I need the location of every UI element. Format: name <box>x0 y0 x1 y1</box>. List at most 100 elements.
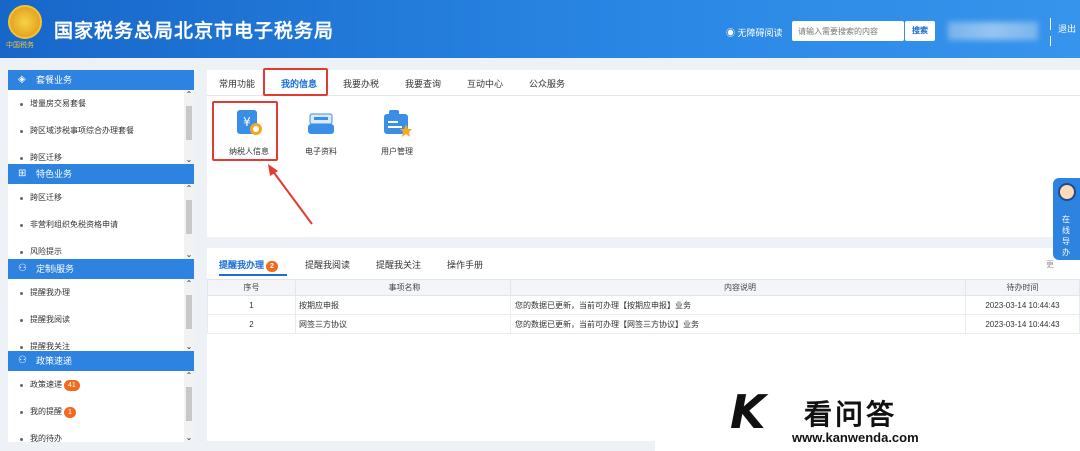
sidebar-item[interactable]: 我的提醒 1 <box>8 398 194 425</box>
chevron-down-icon[interactable]: ⌄ <box>184 342 194 351</box>
sidebar-item-label: 我的提醒 <box>30 407 62 416</box>
guide-label: 在线导办 <box>1062 215 1070 257</box>
chevron-down-icon[interactable]: ⌄ <box>184 155 194 164</box>
cell-item[interactable]: 网签三方协议 <box>295 314 511 334</box>
search-button[interactable]: 搜索 <box>905 21 935 41</box>
tab-manual[interactable]: 操作手册 <box>447 258 483 271</box>
divider <box>1050 36 1051 46</box>
site-title: 国家税务总局北京市电子税务局 <box>54 21 335 42</box>
column-header: 事项名称 <box>295 279 511 296</box>
scrollbar[interactable]: ⌃ ⌄ <box>184 184 194 259</box>
sidebar-section-header[interactable]: ⊞ 特色业务 <box>8 164 194 184</box>
sidebar-item[interactable]: 非营利组织免税资格申请 <box>8 211 194 238</box>
accessibility-label: 无障碍阅读 <box>737 28 783 38</box>
red-arrow-annotation <box>268 164 313 225</box>
cell-description: 您的数据已更新，当前可办理【按期应申报】业务 <box>510 295 966 315</box>
online-guide-button[interactable]: 在线导办 <box>1053 178 1080 260</box>
cell-index: 1 <box>207 295 296 315</box>
sidebar-item[interactable]: 跨区迁移 <box>8 184 194 211</box>
tab-common[interactable]: 常用功能 <box>219 77 255 90</box>
search-input[interactable] <box>792 21 904 41</box>
emblem-subtitle: 中国税务 <box>6 41 34 49</box>
watermark-url: www.kanwenda.com <box>792 430 919 445</box>
tab-tax-handling[interactable]: 我要办税 <box>343 77 379 90</box>
cell-time: 2023-03-14 10:44:43 <box>965 314 1080 334</box>
chevron-down-icon[interactable]: ⌄ <box>184 433 194 442</box>
section-title: 定制i服务 <box>36 264 74 274</box>
top-header: 中国税务 国家税务总局北京市电子税务局 ◉ 无障碍阅读 搜索 退出 <box>0 0 1080 58</box>
tile-user-management[interactable]: 用户管理 <box>367 108 427 157</box>
sidebar-section-list: 跨区迁移 非营利组织免税资格申请 风险提示 ⌃ ⌄ <box>8 184 194 259</box>
sidebar-section-header[interactable]: ⚇ 政策速递 <box>8 351 194 371</box>
function-panel: 常用功能 我的信息 我要办税 我要查询 互动中心 公众服务 ¥ 纳税人信息 电子… <box>207 68 1080 237</box>
eye-icon: ◉ <box>726 28 736 38</box>
table-row[interactable]: 1 按期应申报 您的数据已更新，当前可办理【按期应申报】业务 2023-03-1… <box>207 295 1080 315</box>
sidebar-section-list: 提醒我办理 提醒我阅读 提醒我关注 ⌃ ⌄ <box>8 279 194 351</box>
sidebar-item[interactable]: 政策速递 41 <box>8 371 194 398</box>
cell-item[interactable]: 按期应申报 <box>295 295 511 315</box>
sidebar-item[interactable]: 提醒我办理 <box>8 279 194 306</box>
sidebar-section-list: 政策速递 41 我的提醒 1 我的待办 ⌃ ⌄ <box>8 371 194 442</box>
section-title: 套餐业务 <box>36 75 73 85</box>
user-name-blurred <box>948 22 1038 40</box>
tile-label: 用户管理 <box>381 147 413 156</box>
user-icon: ⚇ <box>18 355 27 366</box>
sidebar-item[interactable]: 风险提示 <box>8 238 194 259</box>
logout-link[interactable]: 退出 <box>1058 22 1076 35</box>
sidebar-section-header[interactable]: ◈ 套餐业务 <box>8 70 194 90</box>
sidebar-section-header[interactable]: ⚇ 定制i服务 <box>8 259 194 279</box>
accessibility-link[interactable]: ◉ 无障碍阅读 <box>726 26 783 39</box>
highlight-box <box>263 68 328 96</box>
chevron-down-icon[interactable]: ⌄ <box>184 250 194 259</box>
user-icon: ⚇ <box>18 263 27 274</box>
sidebar-item-label: 政策速递 <box>30 380 62 389</box>
reminder-tabs: 提醒我办理 2 提醒我阅读 提醒我关注 操作手册 更 <box>207 248 1080 276</box>
scrollbar[interactable]: ⌃ ⌄ <box>184 371 194 442</box>
chevron-up-icon[interactable]: ⌃ <box>184 184 194 193</box>
sidebar-item[interactable]: 我的待办 <box>8 425 194 442</box>
tab-query[interactable]: 我要查询 <box>405 77 441 90</box>
table-header-row: 序号 事项名称 内容说明 待办时间 <box>207 279 1080 296</box>
section-title: 政策速递 <box>36 356 73 366</box>
divider <box>1050 18 1051 30</box>
scrollbar-thumb[interactable] <box>186 200 192 234</box>
chevron-up-icon[interactable]: ⌃ <box>184 279 194 288</box>
watermark-title: 看问答 <box>804 399 898 430</box>
tab-remind-handle[interactable]: 提醒我办理 2 <box>219 258 278 272</box>
table-row[interactable]: 2 网签三方协议 您的数据已更新，当前可办理【网签三方协议】业务 2023-03… <box>207 314 1080 334</box>
cell-description: 您的数据已更新，当前可办理【网签三方协议】业务 <box>510 314 966 334</box>
e-documents-icon <box>308 113 334 134</box>
tab-remind-follow[interactable]: 提醒我关注 <box>376 258 421 271</box>
user-management-icon <box>384 110 412 137</box>
column-header: 序号 <box>207 279 296 296</box>
main-tabs: 常用功能 我的信息 我要办税 我要查询 互动中心 公众服务 <box>207 68 1080 96</box>
sidebar-section-list: 增量房交易套餐 跨区域涉税事项综合办理套餐 跨区迁移 ⌃ ⌄ <box>8 90 194 164</box>
scrollbar[interactable]: ⌃ ⌄ <box>184 279 194 351</box>
tab-interaction[interactable]: 互动中心 <box>467 77 503 90</box>
cell-index: 2 <box>207 314 296 334</box>
count-badge: 2 <box>266 261 278 272</box>
sidebar-item[interactable]: 跨区域涉税事项综合办理套餐 <box>8 117 194 144</box>
sidebar-item[interactable]: 提醒我阅读 <box>8 306 194 333</box>
tab-public-service[interactable]: 公众服务 <box>529 77 565 90</box>
sidebar-item[interactable]: 增量房交易套餐 <box>8 90 194 117</box>
scrollbar-thumb[interactable] <box>186 106 192 140</box>
count-badge: 41 <box>64 380 80 391</box>
sidebar-item[interactable]: 提醒我关注 <box>8 333 194 351</box>
sidebar-item[interactable]: 跨区迁移 <box>8 144 194 164</box>
tile-e-documents[interactable]: 电子资料 <box>291 108 351 157</box>
grid-icon: ⊞ <box>18 168 27 179</box>
layers-icon: ◈ <box>18 74 26 85</box>
chevron-up-icon[interactable]: ⌃ <box>184 90 194 99</box>
tab-label: 提醒我办理 <box>219 260 265 270</box>
scrollbar-thumb[interactable] <box>186 387 192 421</box>
scrollbar-thumb[interactable] <box>186 295 192 329</box>
tile-label: 电子资料 <box>305 147 337 156</box>
todo-table: 序号 事项名称 内容说明 待办时间 1 按期应申报 您的数据已更新，当前可办理【… <box>207 279 1080 334</box>
section-title: 特色业务 <box>36 169 73 179</box>
column-header: 内容说明 <box>510 279 966 296</box>
tab-remind-read[interactable]: 提醒我阅读 <box>305 258 350 271</box>
more-link[interactable]: 更 <box>1046 259 1054 270</box>
scrollbar[interactable]: ⌃ ⌄ <box>184 90 194 164</box>
chevron-up-icon[interactable]: ⌃ <box>184 371 194 380</box>
